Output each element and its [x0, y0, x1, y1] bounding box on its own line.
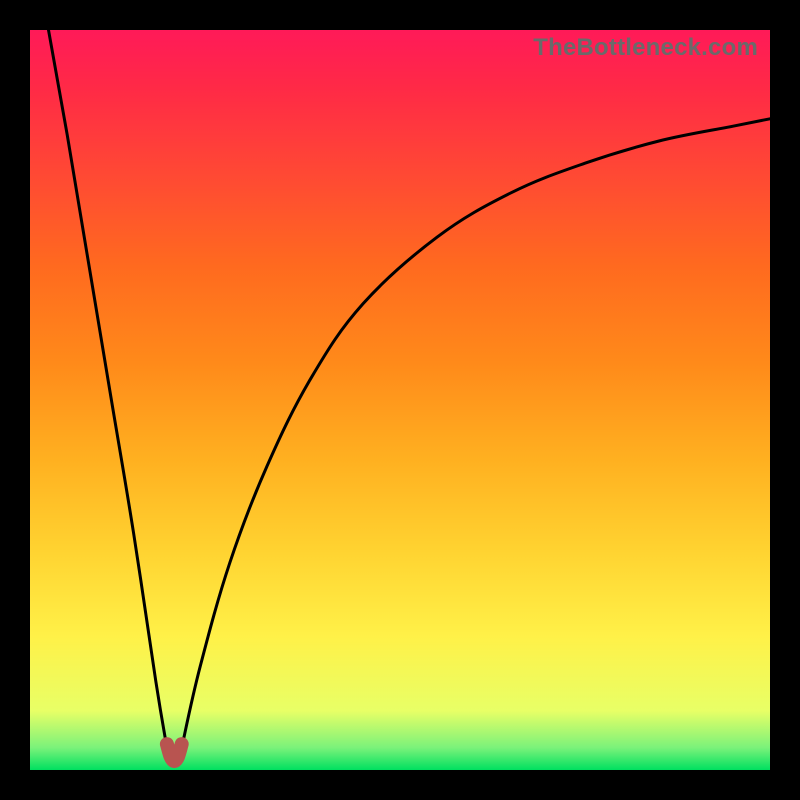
curve-right-branch	[182, 119, 770, 748]
plot-area: TheBottleneck.com	[30, 30, 770, 770]
bottleneck-curve	[30, 30, 770, 770]
curve-left-branch	[49, 30, 167, 748]
chart-stage: TheBottleneck.com	[0, 0, 800, 800]
curve-trough-marker	[167, 744, 182, 761]
